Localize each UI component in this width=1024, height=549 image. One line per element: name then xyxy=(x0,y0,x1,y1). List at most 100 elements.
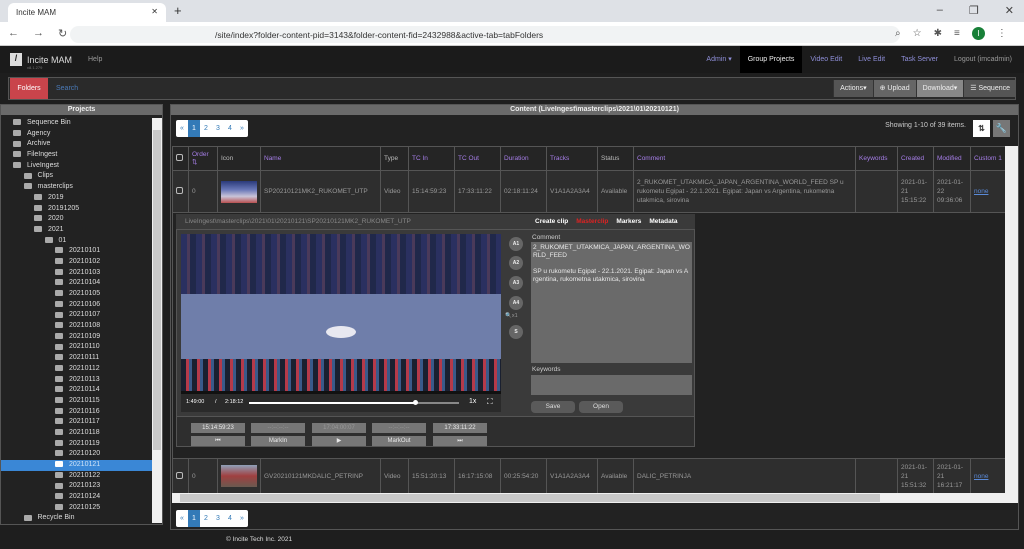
go-start-button[interactable]: ⏮ xyxy=(191,436,245,446)
col-tc-out[interactable]: TC Out xyxy=(454,146,501,171)
row-expand[interactable] xyxy=(172,170,189,213)
nav-admin[interactable]: Admin ▾ xyxy=(698,46,739,73)
sort-button[interactable]: ⇅ xyxy=(973,120,990,137)
tree-item[interactable]: 20210101 xyxy=(1,246,152,257)
upload-button[interactable]: ⊕ Upload xyxy=(872,80,916,97)
tree-item[interactable]: Agency xyxy=(1,129,152,140)
table-row[interactable]: 0 GV20210121MKDALIC_PETRINP Video 15:51:… xyxy=(172,458,1006,494)
thumbnail[interactable] xyxy=(217,170,261,213)
open-button[interactable]: Open xyxy=(579,401,623,413)
page-link[interactable]: « xyxy=(176,120,188,137)
tree-item[interactable]: 20210105 xyxy=(1,289,152,300)
page-link[interactable]: » xyxy=(236,510,248,527)
col-tracks[interactable]: Tracks xyxy=(546,146,598,171)
tab-metadata[interactable]: Metadata xyxy=(649,218,677,225)
folders-tab[interactable]: Folders xyxy=(10,78,48,99)
tree-item[interactable]: 20210109 xyxy=(1,332,152,343)
reload-icon[interactable]: ↻ xyxy=(58,27,67,40)
tree-item[interactable]: 20210117 xyxy=(1,417,152,428)
tree-item[interactable]: 20210112 xyxy=(1,364,152,375)
tree-item[interactable]: 20191205 xyxy=(1,204,152,215)
page-link[interactable]: « xyxy=(176,510,188,527)
page-link[interactable]: 3 xyxy=(212,510,224,527)
col-created[interactable]: Created xyxy=(897,146,934,171)
audio-a1-button[interactable]: A1 xyxy=(509,237,523,251)
tree-item[interactable]: 20210108 xyxy=(1,321,152,332)
custom1-link[interactable]: none xyxy=(974,473,988,480)
reading-list-icon[interactable]: ≡ xyxy=(954,28,960,39)
row-expand[interactable] xyxy=(172,458,189,494)
nav-video-edit[interactable]: Video Edit xyxy=(802,46,850,73)
col-comment[interactable]: Comment xyxy=(633,146,856,171)
tree-item[interactable]: 2021 xyxy=(1,225,152,236)
minimize-icon[interactable]: – xyxy=(937,4,943,17)
seek-handle[interactable] xyxy=(412,400,418,405)
tree-item[interactable]: 20210116 xyxy=(1,407,152,418)
nav-group-projects[interactable]: Group Projects xyxy=(739,46,803,73)
tree-item[interactable]: 20210106 xyxy=(1,300,152,311)
page-link[interactable]: 3 xyxy=(212,120,224,137)
tree-item[interactable]: 20210125 xyxy=(1,503,152,514)
tree-item[interactable]: 20210107 xyxy=(1,310,152,321)
col-duration[interactable]: Duration xyxy=(500,146,547,171)
page-link[interactable]: » xyxy=(236,120,248,137)
tree-item[interactable]: Sequence Bin xyxy=(1,118,152,129)
wrench-icon[interactable]: 🔧 xyxy=(993,120,1010,137)
tree-item[interactable]: 20210124 xyxy=(1,492,152,503)
expand-icon[interactable] xyxy=(176,471,183,479)
audio-a2-button[interactable]: A2 xyxy=(509,256,523,270)
actions-button[interactable]: Actions▾ xyxy=(833,80,873,97)
tree-item[interactable]: FileIngest xyxy=(1,150,152,161)
tab-markers[interactable]: Markers xyxy=(616,218,641,225)
forward-icon[interactable]: → xyxy=(33,27,44,40)
seek-bar[interactable] xyxy=(249,400,459,405)
new-tab-icon[interactable]: + xyxy=(174,3,182,18)
page-link[interactable]: 2 xyxy=(200,510,212,527)
maximize-icon[interactable]: ❐ xyxy=(969,4,979,17)
download-button[interactable]: Download▾ xyxy=(915,80,964,97)
nav-logout[interactable]: Logout (imcadmin) xyxy=(946,46,1024,73)
tree-scrollbar[interactable] xyxy=(152,118,162,523)
expand-icon[interactable] xyxy=(176,187,183,194)
table-vertical-scrollbar[interactable] xyxy=(1005,146,1018,493)
tree-item[interactable]: 20210120 xyxy=(1,449,152,460)
speed-button[interactable]: 1x xyxy=(469,398,476,405)
mark-out-button[interactable]: MarkOut xyxy=(372,436,426,446)
tree-item[interactable]: 20210118 xyxy=(1,428,152,439)
logo-icon[interactable]: / xyxy=(10,53,22,66)
page-link[interactable]: 2 xyxy=(200,120,212,137)
page-link[interactable]: 1 xyxy=(188,120,200,137)
tree-item[interactable]: 20210104 xyxy=(1,278,152,289)
tree-item[interactable]: 20210123 xyxy=(1,481,152,492)
tree-item[interactable]: 20210122 xyxy=(1,471,152,482)
play-button[interactable]: ▶ xyxy=(312,436,366,446)
nav-task-server[interactable]: Task Server xyxy=(893,46,946,73)
comment-textarea[interactable]: 2_RUKOMET_UTAKMICA_JAPAN_ARGENTINA_WORLD… xyxy=(531,242,692,363)
tab-masterclip[interactable]: Masterclip xyxy=(576,218,608,225)
col-tc-in[interactable]: TC In xyxy=(408,146,455,171)
back-icon[interactable]: ← xyxy=(8,27,19,40)
tree-scroll-thumb[interactable] xyxy=(153,130,161,450)
select-all[interactable] xyxy=(172,146,189,171)
custom1-link[interactable]: none xyxy=(974,188,988,195)
tree-item[interactable]: 20210121 xyxy=(1,460,152,471)
col-name[interactable]: Name xyxy=(260,146,381,171)
audio-solo-button[interactable]: S xyxy=(509,325,523,339)
video-player[interactable]: 1:49:00 / 2:18:12 1x ⛶ xyxy=(181,234,501,412)
tree-item[interactable]: Clips xyxy=(1,171,152,182)
zoom-icon[interactable]: ⌕ xyxy=(895,28,901,39)
save-button[interactable]: Save xyxy=(531,401,575,413)
close-window-icon[interactable]: ✕ xyxy=(1005,4,1014,17)
tree-item[interactable]: 20210119 xyxy=(1,439,152,450)
audio-a4-button[interactable]: A4 xyxy=(509,296,523,310)
col-keywords[interactable]: Keywords xyxy=(855,146,898,171)
page-link[interactable]: 4 xyxy=(224,510,236,527)
zoom-control[interactable]: 🔍x1 xyxy=(505,313,518,319)
tree-item[interactable]: 20210114 xyxy=(1,385,152,396)
star-icon[interactable]: ☆ xyxy=(913,28,922,39)
mark-in-button[interactable]: MarkIn xyxy=(251,436,305,446)
tree-item[interactable]: 2019 xyxy=(1,193,152,204)
fullscreen-icon[interactable]: ⛶ xyxy=(487,397,493,407)
audio-a3-button[interactable]: A3 xyxy=(509,276,523,290)
col-order[interactable]: Order ⇅ xyxy=(188,146,218,171)
